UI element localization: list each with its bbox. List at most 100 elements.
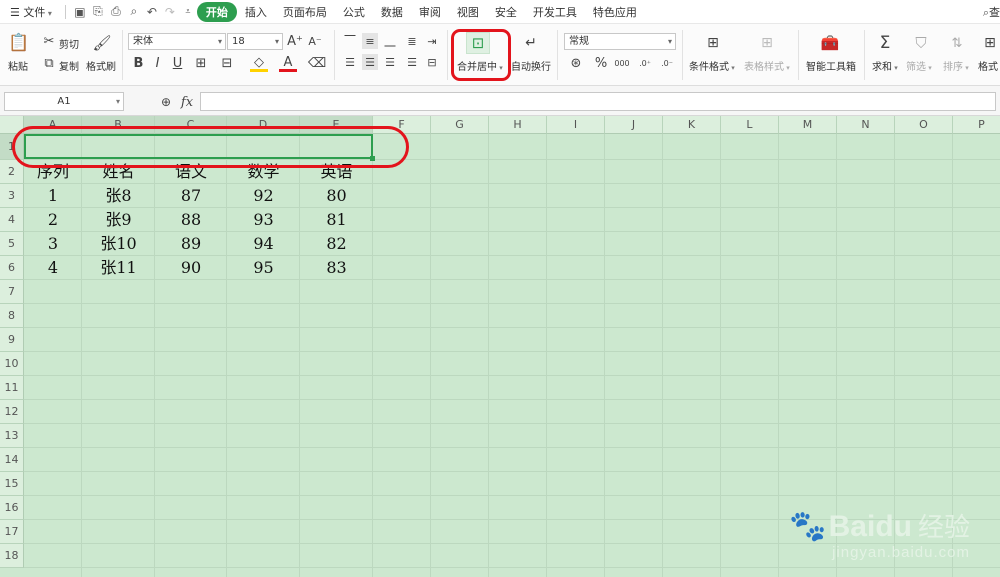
row-header[interactable]: 15 (0, 472, 24, 496)
header-cell-english[interactable]: 英语 (300, 160, 373, 184)
row-header[interactable]: 18 (0, 544, 24, 568)
data-cell[interactable]: 82 (300, 232, 373, 256)
tab-data[interactable]: 数据 (373, 4, 411, 20)
paste-button[interactable]: 粘贴 (8, 58, 28, 73)
align-bottom-icon[interactable]: ⎽ (382, 33, 398, 49)
row-header[interactable]: 16 (0, 496, 24, 520)
spreadsheet-grid[interactable]: ABCDEFGHIJKLMNOP 1 2 3 4 5 6 7 8 9 10 11 12 13 14 15 16… (0, 116, 1000, 577)
row-header[interactable]: 13 (0, 424, 24, 448)
data-cell[interactable]: 张9 (82, 208, 155, 232)
row-header[interactable]: 10 (0, 352, 24, 376)
smart-toolbox-button[interactable]: 智能工具箱 (806, 58, 856, 73)
column-header[interactable]: C (155, 116, 227, 134)
name-box[interactable]: A1 ▾ (4, 92, 124, 111)
zoom-formula-icon[interactable]: ⊕ (158, 94, 174, 110)
tab-security[interactable]: 安全 (487, 4, 525, 20)
row-header[interactable]: 1 (0, 134, 24, 160)
copy-button[interactable]: 复制 (59, 58, 79, 73)
customize-icon[interactable]: ⩡ (179, 3, 197, 21)
underline-icon[interactable]: U (170, 55, 185, 72)
tab-home[interactable]: 开始 (196, 1, 237, 22)
data-cell[interactable]: 张11 (82, 256, 155, 280)
print-preview-icon[interactable]: ⌕ (125, 3, 143, 21)
toolbox-icon[interactable]: 🧰 (818, 32, 842, 54)
column-header[interactable]: O (895, 116, 953, 134)
cut-button[interactable]: 剪切 (59, 36, 79, 51)
data-cell[interactable]: 3 (24, 232, 82, 256)
column-header[interactable]: A (24, 116, 82, 134)
column-header[interactable]: N (837, 116, 895, 134)
data-cell[interactable]: 88 (155, 208, 227, 232)
decrease-decimal-icon[interactable]: .0⁻ (658, 55, 676, 72)
column-header[interactable]: P (953, 116, 1000, 134)
row-header[interactable]: 9 (0, 328, 24, 352)
sum-icon[interactable]: Σ (874, 32, 896, 54)
data-cell[interactable]: 95 (227, 256, 300, 280)
tab-page-layout[interactable]: 页面布局 (275, 4, 335, 20)
sort-button[interactable]: 排序 ▾ (943, 58, 969, 73)
data-cell[interactable]: 4 (24, 256, 82, 280)
distribute-icon[interactable]: ⊟ (424, 54, 440, 70)
row-header[interactable]: 5 (0, 232, 24, 256)
table-style-button[interactable]: 表格样式 ▾ (744, 58, 790, 73)
column-header[interactable]: F (373, 116, 431, 134)
format-button[interactable]: 格式 (978, 58, 998, 73)
increase-decimal-icon[interactable]: .0⁺ (636, 55, 654, 72)
number-format-select[interactable]: 常规 ▾ (564, 33, 676, 50)
row-header[interactable]: 2 (0, 160, 24, 184)
filter-button[interactable]: 筛选 ▾ (906, 58, 932, 73)
column-header[interactable]: K (663, 116, 721, 134)
fx-icon[interactable]: fx (178, 94, 196, 110)
scissors-icon[interactable]: ✂ (42, 34, 56, 49)
sum-button[interactable]: 求和 ▾ (872, 58, 898, 73)
format-icon[interactable]: ⊞ (980, 32, 1000, 54)
format-painter-icon[interactable]: 🖌 (92, 32, 112, 54)
data-cell[interactable]: 2 (24, 208, 82, 232)
conditional-format-icon[interactable]: ⊞ (702, 32, 724, 54)
row-header[interactable]: 14 (0, 448, 24, 472)
align-middle-icon[interactable]: ≡ (362, 33, 378, 49)
copy-icon[interactable]: ⧉ (42, 56, 56, 71)
tab-view[interactable]: 视图 (449, 4, 487, 20)
column-header[interactable]: E (300, 116, 373, 134)
align-top-icon[interactable]: ⎺ (342, 33, 358, 49)
filter-icon[interactable]: ⛉ (910, 32, 932, 54)
tab-formulas[interactable]: 公式 (335, 4, 373, 20)
select-all-corner[interactable] (0, 116, 24, 134)
tab-special[interactable]: 特色应用 (585, 4, 645, 20)
data-cell[interactable]: 81 (300, 208, 373, 232)
align-right-icon[interactable]: ☰ (382, 54, 398, 70)
table-style-icon[interactable]: ⊞ (756, 32, 778, 54)
row-header[interactable]: 8 (0, 304, 24, 328)
format-painter-button[interactable]: 格式刷 (86, 58, 116, 73)
bold-icon[interactable]: B (131, 55, 146, 72)
column-header[interactable]: J (605, 116, 663, 134)
data-cell[interactable]: 80 (300, 184, 373, 208)
clear-icon[interactable]: ⌫ (308, 55, 326, 72)
row-header[interactable]: 3 (0, 184, 24, 208)
data-cell[interactable]: 83 (300, 256, 373, 280)
border-icon[interactable]: ⊞ (192, 55, 210, 72)
data-cell[interactable]: 张10 (82, 232, 155, 256)
column-header[interactable]: M (779, 116, 837, 134)
merge-center-button[interactable]: 合并居中 ▾ (457, 58, 503, 73)
column-header[interactable]: I (547, 116, 605, 134)
cell-style-icon[interactable]: ⊟ (218, 55, 236, 72)
column-header[interactable]: H (489, 116, 547, 134)
row-header[interactable]: 17 (0, 520, 24, 544)
row-header[interactable]: 7 (0, 280, 24, 304)
align-center-icon[interactable]: ☰ (362, 54, 378, 70)
data-cell[interactable]: 92 (227, 184, 300, 208)
percent-icon[interactable]: % (593, 55, 609, 72)
conditional-format-button[interactable]: 条件格式 ▾ (689, 58, 735, 73)
merge-center-icon[interactable]: ⊡ (466, 32, 490, 54)
tab-insert[interactable]: 插入 (237, 4, 275, 20)
tab-developer[interactable]: 开发工具 (525, 4, 585, 20)
data-cell[interactable]: 1 (24, 184, 82, 208)
row-header[interactable]: 12 (0, 400, 24, 424)
paste-icon[interactable]: 📋 (8, 32, 30, 54)
save-icon[interactable]: ▣ (71, 3, 89, 21)
header-cell-name[interactable]: 姓名 (82, 160, 155, 184)
row-header[interactable]: 6 (0, 256, 24, 280)
export-icon[interactable]: ⎘ (89, 3, 107, 21)
